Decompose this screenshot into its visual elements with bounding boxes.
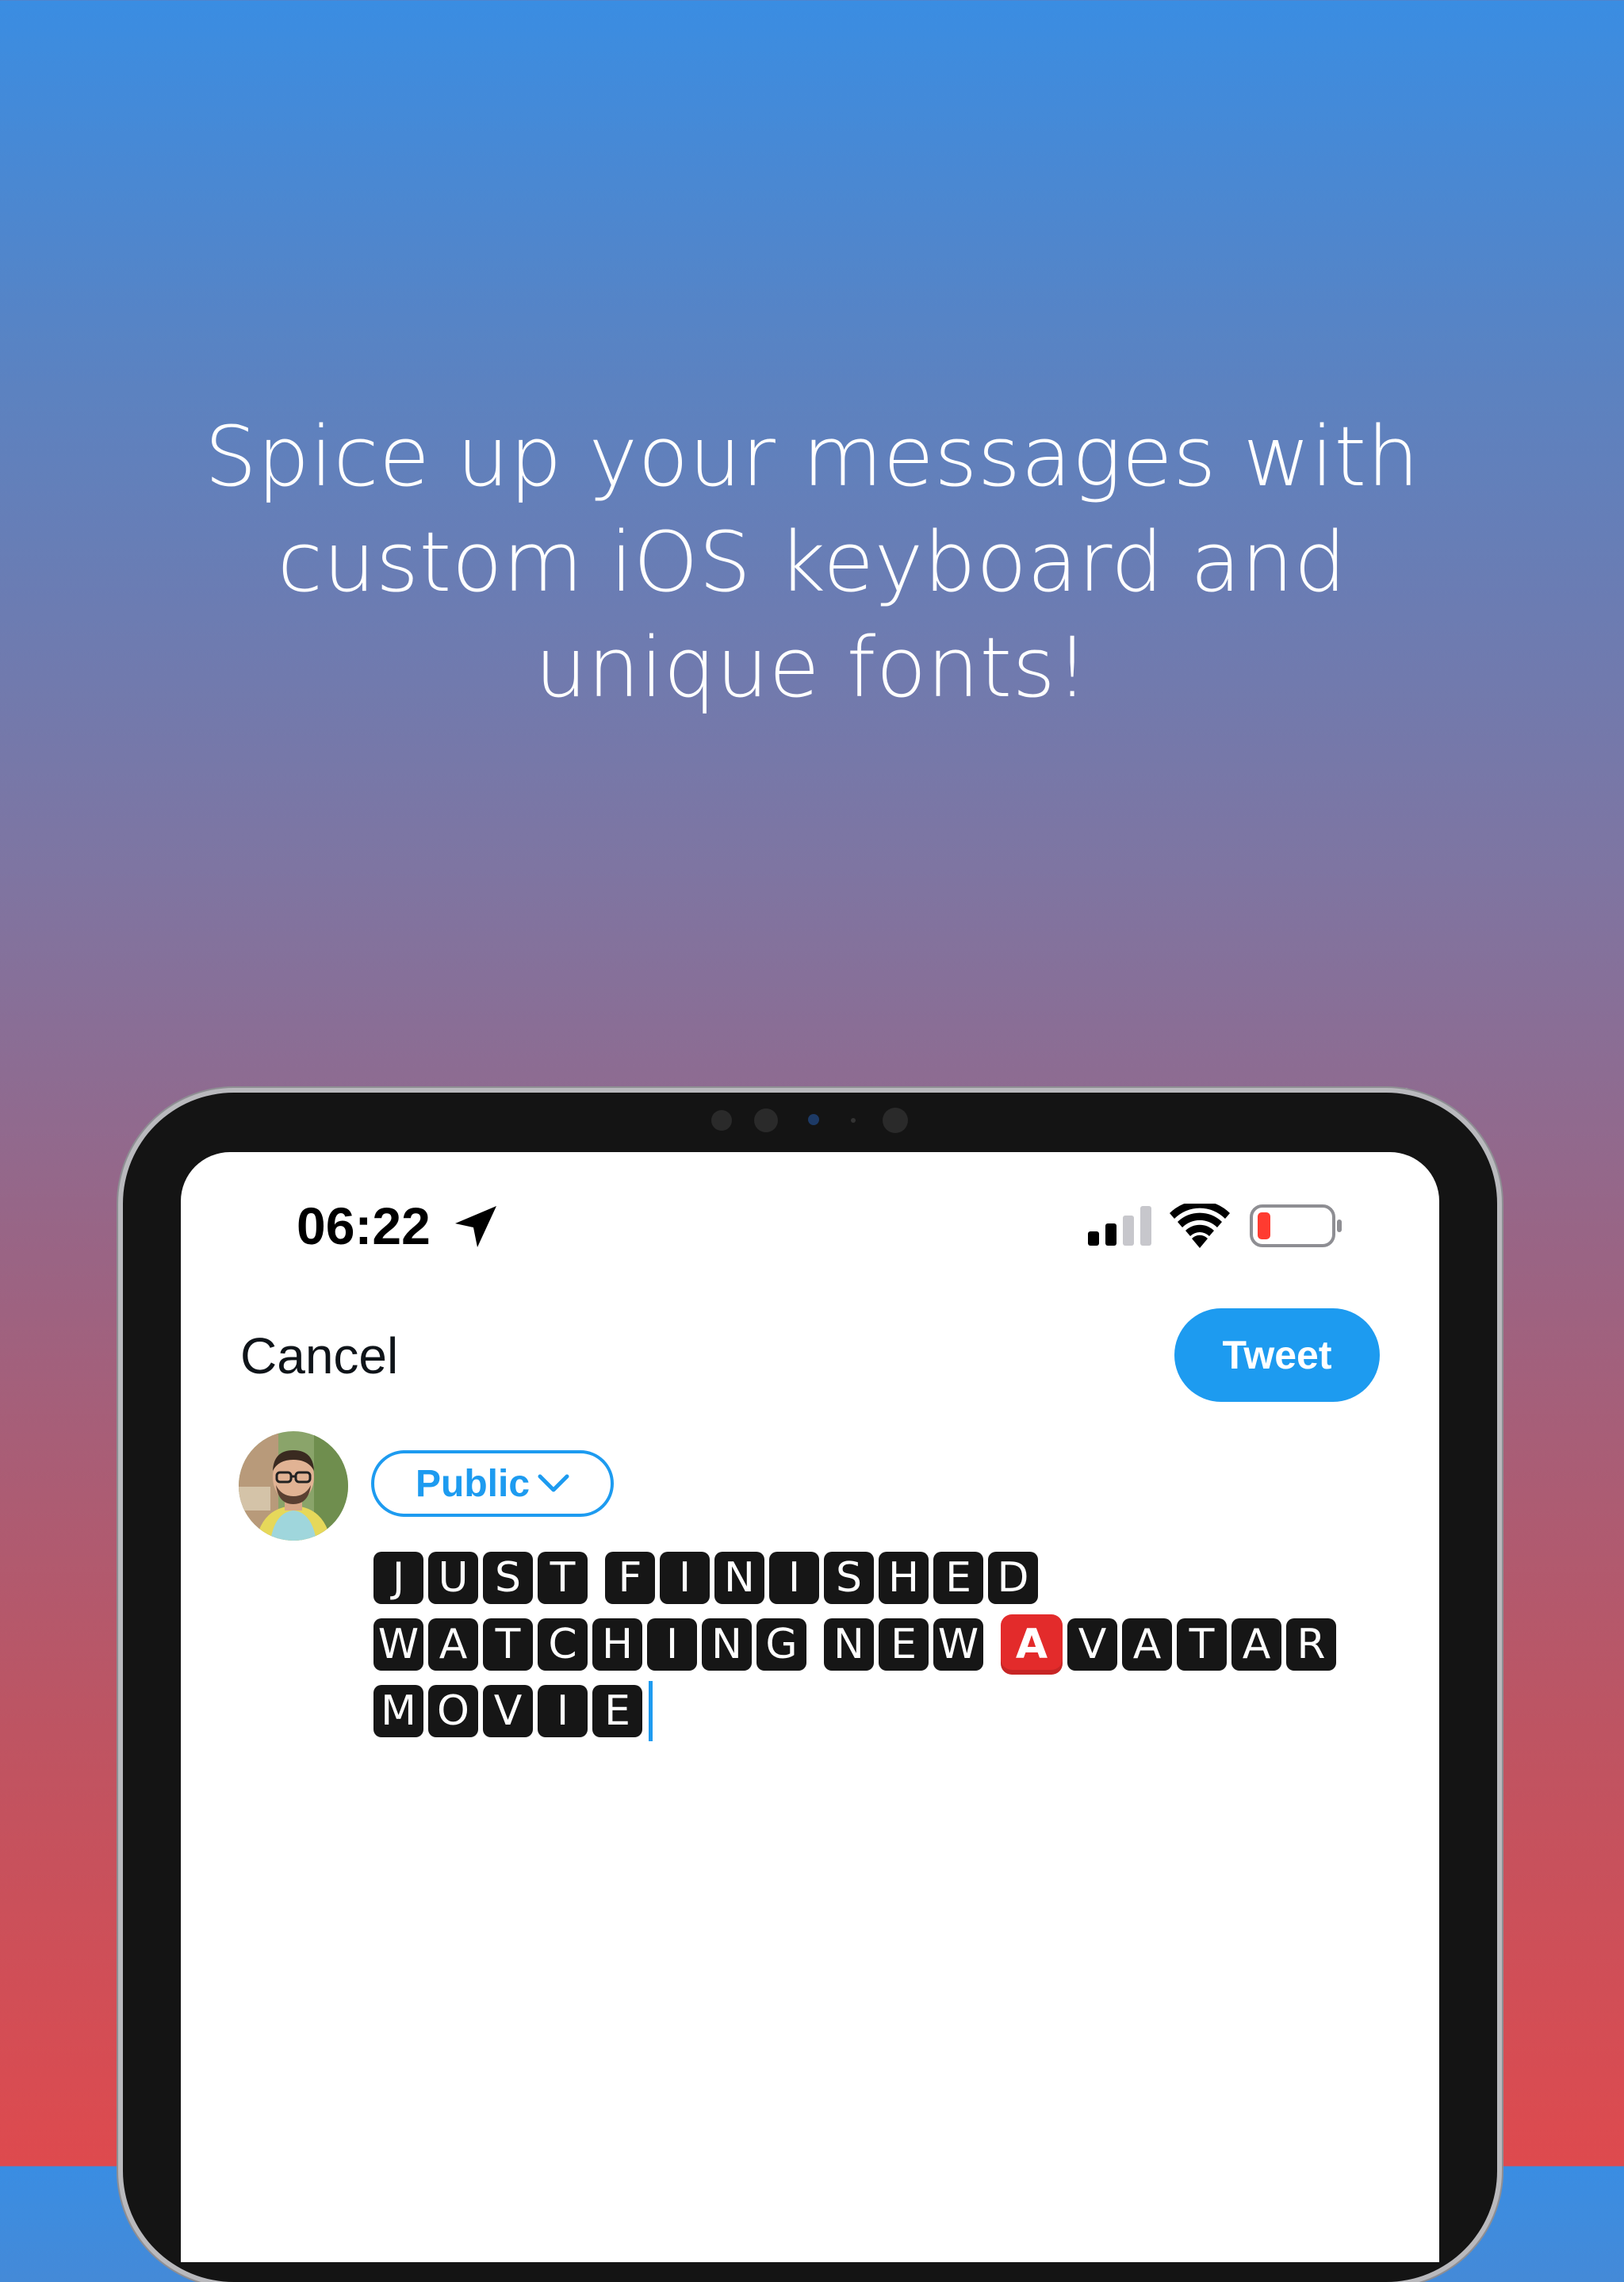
letter-tile: I — [538, 1685, 588, 1737]
letter-tile: T — [483, 1618, 533, 1671]
letter-tile: E — [592, 1685, 642, 1737]
letter-tile: N — [702, 1618, 752, 1671]
letter-tile: C — [538, 1618, 588, 1671]
headline-line-2: custom iOS keyboard and — [277, 514, 1347, 611]
cellular-signal-icon — [1088, 1206, 1151, 1246]
sensor-dot — [754, 1108, 778, 1132]
audience-label: Public — [415, 1462, 530, 1505]
tweet-text-area[interactable]: JUSTFINISHEDWATCHINGNEWAVATARMOVIE — [373, 1549, 1388, 1748]
headline: Spice up your messages with custom iOS k… — [127, 404, 1497, 721]
cancel-button[interactable]: Cancel — [240, 1327, 398, 1385]
letter-tile: H — [592, 1618, 642, 1671]
status-time: 06:22 — [297, 1197, 431, 1255]
letter-tile: I — [769, 1552, 819, 1604]
letter-tile: W — [373, 1618, 423, 1671]
letter-tile: O — [428, 1685, 478, 1737]
headline-line-1: Spice up your messages with — [204, 408, 1420, 505]
letter-tile: I — [647, 1618, 697, 1671]
letter-tile: D — [988, 1552, 1038, 1604]
letter-tile: V — [483, 1685, 533, 1737]
letter-tile: E — [879, 1618, 929, 1671]
letter-tile: G — [756, 1618, 806, 1671]
letter-tile: A — [428, 1618, 478, 1671]
letter-tile: J — [373, 1552, 423, 1604]
sensor-dot — [883, 1108, 908, 1133]
audience-selector[interactable]: Public — [371, 1450, 614, 1517]
letter-tile: A — [1122, 1618, 1172, 1671]
letter-tile: M — [373, 1685, 423, 1737]
letter-tile: T — [538, 1552, 588, 1604]
camera-lens — [808, 1114, 819, 1125]
letter-tile: N — [824, 1618, 874, 1671]
sensor-dot — [851, 1118, 856, 1123]
letter-tile: S — [483, 1552, 533, 1604]
letter-tile: A — [1231, 1618, 1281, 1671]
tweet-text-line: WATCHINGNEWAVATAR — [373, 1614, 1388, 1675]
battery-low-icon — [1250, 1204, 1342, 1247]
sensor-dot — [711, 1110, 732, 1131]
letter-tile: H — [879, 1552, 929, 1604]
letter-tile: S — [824, 1552, 874, 1604]
letter-tile: R — [1286, 1618, 1336, 1671]
letter-tile: E — [933, 1552, 983, 1604]
tweet-text-line: MOVIE — [373, 1681, 1388, 1741]
letter-tile: I — [660, 1552, 710, 1604]
text-caret — [649, 1681, 653, 1741]
headline-line-3: unique fonts! — [534, 619, 1090, 716]
letter-tile: V — [1067, 1618, 1117, 1671]
letter-tile: F — [605, 1552, 655, 1604]
screen: 06:22 Cancel Tweet Public J U S T F I N … — [181, 1152, 1439, 2262]
letter-tile: T — [1177, 1618, 1227, 1671]
location-arrow-icon — [455, 1206, 496, 1247]
tweet-text-line: JUSTFINISHED — [373, 1549, 1388, 1607]
letter-tile: A — [1001, 1614, 1063, 1675]
tweet-button[interactable]: Tweet — [1174, 1308, 1380, 1402]
wifi-icon — [1170, 1204, 1230, 1248]
chevron-down-icon — [538, 1474, 569, 1492]
avatar[interactable] — [239, 1431, 348, 1541]
letter-tile: N — [714, 1552, 764, 1604]
letter-tile: W — [933, 1618, 983, 1671]
letter-tile: U — [428, 1552, 478, 1604]
